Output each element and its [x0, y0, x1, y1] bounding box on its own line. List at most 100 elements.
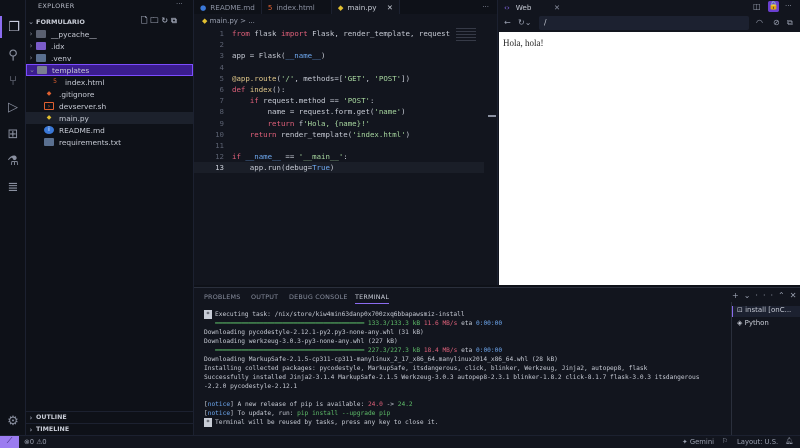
- code-text: if request.method == 'POST':: [249, 96, 375, 106]
- code-text: app = Flask(__name__): [232, 51, 326, 61]
- code-line[interactable]: 6 def index():: [194, 84, 484, 95]
- terminal-icon: ⊡: [737, 306, 746, 314]
- back-icon[interactable]: ←: [504, 18, 511, 27]
- problems-status[interactable]: ⊗0 ⚠0: [24, 438, 47, 446]
- close-icon[interactable]: ✕: [554, 3, 560, 12]
- tab-terminal[interactable]: TERMINAL: [355, 293, 390, 304]
- gemini-button[interactable]: ✦ Gemini: [682, 438, 714, 446]
- files-icon[interactable]: ❐: [0, 16, 26, 38]
- split-icon[interactable]: ◫: [753, 2, 761, 11]
- line-number: 13: [215, 163, 224, 173]
- tab-readme[interactable]: ● README.md: [194, 0, 262, 14]
- terminal-actions-icon[interactable]: +⌄···⌃✕: [732, 291, 800, 300]
- tree-item[interactable]: ◆ main.py: [26, 112, 193, 124]
- tree-item[interactable]: ⌄ templates: [26, 64, 193, 76]
- code-text: return f'Hola, {name}!': [267, 118, 370, 128]
- tree-item[interactable]: › .idx: [26, 40, 193, 52]
- keyboard-layout[interactable]: Layout: U.S.: [737, 438, 778, 446]
- tab-problems[interactable]: PROBLEMS: [204, 293, 240, 301]
- eta-value: 0:00:00: [476, 347, 503, 354]
- tree-item[interactable]: requirements.txt: [26, 136, 193, 148]
- run-debug-icon[interactable]: ▷: [0, 96, 26, 118]
- project-header[interactable]: ⌄ FORMULARIO 🗋🗀↻⧉: [26, 16, 193, 28]
- tree-item[interactable]: i README.md: [26, 124, 193, 136]
- terminal-item-install[interactable]: ⊡ install [onC...: [732, 306, 800, 317]
- reload-icon[interactable]: ↻⌄: [518, 18, 531, 27]
- task-icon: *: [204, 418, 212, 427]
- code-line[interactable]: 12 if __name__ == '__main__':: [194, 151, 484, 162]
- explorer-sidebar: EXPLORER ··· ⌄ FORMULARIO 🗋🗀↻⧉ › __pycache…: [26, 0, 194, 435]
- code-line[interactable]: 2: [194, 39, 484, 50]
- line-number: 4: [219, 62, 224, 72]
- scrollbar[interactable]: [488, 115, 496, 117]
- code-line[interactable]: 13 app.run(debug=True): [194, 162, 484, 174]
- tab-debug-console[interactable]: DEBUG CONSOLE: [289, 293, 348, 301]
- code-line[interactable]: 4: [194, 62, 484, 73]
- tab-main-py[interactable]: ◆ main.py ✕: [331, 0, 400, 14]
- explorer-actions-icon[interactable]: 🗋🗀↻⧉: [141, 15, 180, 29]
- breadcrumb[interactable]: ◆ main.py > ...: [202, 17, 255, 25]
- old-version: 24.0: [367, 401, 383, 408]
- more-icon[interactable]: ···: [474, 0, 497, 14]
- timeline-section[interactable]: › TIMELINE: [26, 423, 193, 435]
- line-number: 7: [219, 96, 224, 106]
- source-control-icon[interactable]: ⑂: [0, 70, 26, 92]
- tree-label: __pycache__: [51, 29, 97, 39]
- tree-label: README.md: [59, 125, 105, 135]
- more-icon[interactable]: ···: [176, 0, 183, 8]
- code-line[interactable]: 10 return render_template('index.html'): [194, 129, 484, 140]
- upgrade-command: pip install --upgrade pip: [297, 410, 391, 417]
- more-icon[interactable]: ···: [785, 2, 792, 10]
- search-icon[interactable]: ⚲: [0, 44, 26, 66]
- progress-speed: 11.6 MB/s: [423, 320, 458, 327]
- code-line[interactable]: 11: [194, 140, 484, 151]
- list-icon[interactable]: ≣: [0, 176, 26, 198]
- tree-item[interactable]: ◆ .gitignore: [26, 88, 193, 100]
- tree-item[interactable]: › __pycache__: [26, 28, 193, 40]
- terminal-line: Downloading MarkupSafe-2.1.5-cp311-cp311…: [204, 356, 558, 363]
- error-count: 0: [29, 438, 35, 446]
- line-number: 6: [219, 85, 224, 94]
- lock-icon[interactable]: 🔒: [768, 1, 779, 12]
- link-icon[interactable]: ⊘: [773, 18, 780, 27]
- tab-web[interactable]: ‹› Web ✕: [498, 0, 566, 14]
- tree-item[interactable]: › devserver.sh: [26, 100, 193, 112]
- code-line[interactable]: 9 return f'Hola, {name}!': [194, 118, 484, 129]
- python-icon: ◆: [337, 2, 344, 12]
- line-number: 10: [215, 129, 224, 139]
- tree-item[interactable]: 5 index.html: [26, 76, 193, 88]
- code-line[interactable]: 7 if request.method == 'POST':: [194, 95, 484, 106]
- tab-output[interactable]: OUTPUT: [251, 293, 278, 301]
- performance-icon[interactable]: ◠: [756, 18, 763, 27]
- testing-icon[interactable]: ⚗: [0, 150, 26, 172]
- tab-label: index.html: [276, 2, 315, 12]
- open-external-icon[interactable]: ⧉: [787, 18, 793, 28]
- progress-speed: 18.4 MB/s: [423, 347, 458, 354]
- tab-index-html[interactable]: 5 index.html: [262, 0, 332, 14]
- new-version: 24.2: [397, 401, 413, 408]
- terminal-name: Python: [744, 319, 769, 327]
- extensions-icon[interactable]: ⊞: [0, 123, 26, 145]
- code-line[interactable]: 8 name = request.form.get('name'): [194, 106, 484, 117]
- tab-label: main.py: [347, 2, 377, 12]
- bell-icon[interactable]: 🔔︎: [785, 437, 794, 445]
- tree-item[interactable]: › .venv: [26, 52, 193, 64]
- web-content[interactable]: Hola, hola!: [499, 32, 800, 285]
- remote-icon[interactable]: ⟋: [0, 436, 19, 448]
- outline-section[interactable]: › OUTLINE: [26, 411, 193, 423]
- minimap[interactable]: [456, 28, 476, 43]
- code-line[interactable]: 5 @app.route('/', methods=['GET', 'POST']…: [194, 73, 484, 84]
- code-line[interactable]: 1 from flask import Flask, render_templat…: [194, 28, 484, 39]
- code-line[interactable]: 3 app = Flask(__name__): [194, 50, 484, 61]
- activity-bar: ❐ ⚲ ⑂ ▷ ⊞ ⚗ ≣ ⚙: [0, 0, 26, 435]
- terminal-item-python[interactable]: ◈ Python: [732, 319, 769, 327]
- terminal-line: Successfully installed Jinja2-3.1.4 Mark…: [204, 374, 700, 381]
- url-input[interactable]: /: [539, 16, 749, 30]
- gear-icon[interactable]: ⚙: [0, 410, 26, 432]
- feedback-icon[interactable]: ⚐: [722, 437, 728, 445]
- close-icon[interactable]: ✕: [387, 3, 393, 12]
- line-number: 3: [219, 51, 224, 61]
- python-icon: ◆: [46, 114, 52, 121]
- git-icon: ◆: [46, 90, 52, 97]
- line-number: 9: [219, 118, 224, 128]
